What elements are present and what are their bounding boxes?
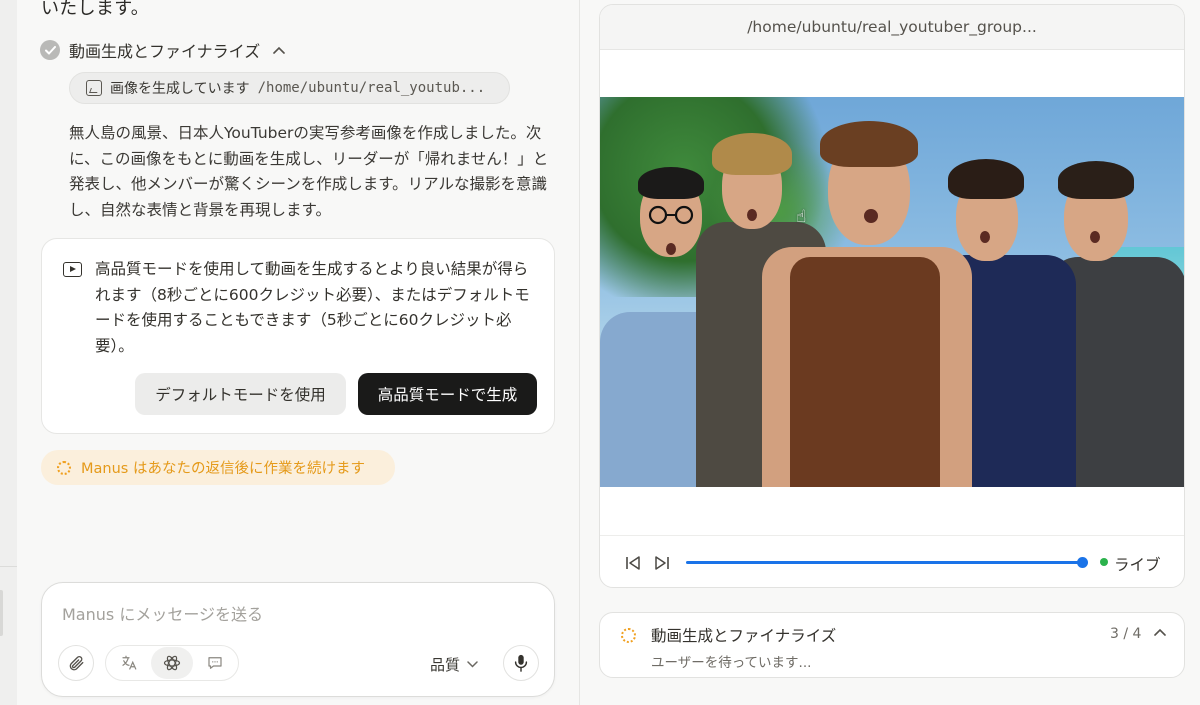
translate-icon	[122, 655, 137, 670]
step-header[interactable]: 動画生成とファイナライズ	[40, 38, 286, 62]
live-label: ライブ	[1114, 556, 1161, 574]
task-step-count: 3 / 4	[1110, 626, 1142, 642]
skip-forward-icon[interactable]	[654, 556, 670, 574]
task-subtitle: ユーザーを待っています...	[651, 655, 812, 671]
person-figure	[712, 133, 792, 175]
chevron-up-icon[interactable]	[1154, 625, 1166, 640]
high-quality-mode-button[interactable]: 高品質モードで生成	[358, 373, 537, 415]
glasses-shape	[648, 205, 694, 225]
microphone-icon	[514, 654, 528, 672]
person-figure	[820, 121, 918, 167]
status-text: Manus はあなたの返信後に作業を続けます	[81, 461, 365, 477]
viewer-title: /home/ubuntu/real_youtuber_group...	[600, 5, 1184, 50]
default-mode-button[interactable]: デフォルトモードを使用	[135, 373, 346, 415]
agent-mode-button[interactable]	[150, 647, 194, 679]
person-figure	[790, 257, 940, 487]
left-rail	[0, 0, 18, 705]
message-input[interactable]: Manus にメッセージを送る	[62, 601, 263, 625]
person-figure	[980, 231, 990, 243]
mode-choice-card: 高品質モードを使用して動画を生成するとより良い結果が得られます（8秒ごとに600…	[41, 238, 555, 434]
progress-thumb[interactable]	[1077, 557, 1088, 568]
atom-icon	[163, 655, 181, 671]
assistant-message: 無人島の風景、日本人YouTuberの実写参考画像を作成しました。次に、この画像…	[69, 124, 549, 219]
mode-choice-text: 高品質モードを使用して動画を生成するとより良い結果が得られます（8秒ごとに600…	[95, 260, 530, 355]
loading-spinner-icon	[57, 460, 71, 475]
mode-toggle-group	[105, 645, 239, 681]
status-badge: Manus はあなたの返信後に作業を続けます	[41, 450, 395, 485]
chevron-down-icon	[467, 658, 478, 671]
mouse-cursor-icon: ☝	[796, 207, 807, 227]
generated-image: ☝	[600, 97, 1184, 487]
paperclip-icon	[69, 656, 84, 671]
rail-divider	[0, 566, 17, 567]
check-circle-icon	[40, 40, 60, 60]
person-figure	[864, 209, 878, 223]
loading-spinner-icon	[621, 628, 636, 643]
skip-back-icon[interactable]	[625, 556, 641, 574]
tool-call-pill[interactable]: 画像を生成しています /home/ubuntu/real_youtub...	[69, 72, 510, 104]
playback-controls: ライブ	[600, 535, 1184, 587]
chat-bubble-icon	[208, 657, 222, 669]
live-indicator-icon	[1100, 558, 1108, 566]
task-progress-card[interactable]: 動画生成とファイナライズ ユーザーを待っています... 3 / 4	[599, 612, 1185, 678]
person-figure	[747, 209, 757, 221]
computer-panel: /home/ubuntu/real_youtuber_group... ☝ ライ…	[580, 0, 1200, 705]
chat-mode-button[interactable]	[193, 647, 236, 679]
attach-button[interactable]	[58, 645, 94, 681]
chevron-up-icon[interactable]	[273, 43, 286, 58]
quality-dropdown[interactable]: 品質	[430, 654, 478, 675]
microphone-button[interactable]	[503, 645, 539, 681]
message-composer[interactable]: Manus にメッセージを送る 品質	[41, 582, 555, 697]
tool-path: /home/ubuntu/real_youtub...	[257, 80, 486, 96]
chat-panel: いたします。 動画生成とファイナライズ 画像を生成しています /home/ubu…	[17, 0, 579, 705]
rail-handle[interactable]	[0, 590, 3, 636]
person-figure	[1058, 161, 1134, 199]
image-icon	[86, 80, 102, 96]
progress-track[interactable]	[686, 561, 1082, 564]
task-title: 動画生成とファイナライズ	[651, 627, 837, 645]
message-tail-text: いたします。	[41, 0, 149, 19]
person-figure	[948, 159, 1024, 199]
viewer-window: /home/ubuntu/real_youtuber_group... ☝ ライ…	[599, 4, 1185, 588]
person-figure	[1090, 231, 1100, 243]
translate-mode-button[interactable]	[108, 647, 151, 679]
step-title: 動画生成とファイナライズ	[69, 42, 261, 61]
tool-action: 画像を生成しています	[110, 81, 250, 97]
video-icon	[63, 262, 82, 277]
person-figure	[638, 167, 704, 199]
person-figure	[666, 243, 676, 255]
quality-label: 品質	[430, 656, 461, 674]
